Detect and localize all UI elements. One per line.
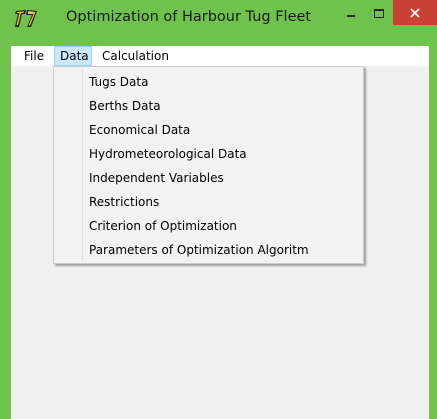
data-dropdown-menu: Tugs Data Berths Data Economical Data Hy… — [53, 66, 364, 264]
menu-item-berths-data[interactable]: Berths Data — [89, 96, 161, 116]
menu-item-parameters-of-optimization-algoritm[interactable]: Parameters of Optimization Algoritm — [89, 240, 309, 260]
menu-calculation[interactable]: Calculation — [98, 46, 188, 66]
menu-bar: File Data Calculation — [11, 46, 429, 67]
menu-item-economical-data[interactable]: Economical Data — [89, 120, 190, 140]
menu-file[interactable]: File — [13, 46, 49, 66]
close-button[interactable] — [393, 0, 437, 25]
window-left-border — [0, 46, 11, 419]
menu-item-criterion-of-optimization[interactable]: Criterion of Optimization — [89, 216, 237, 236]
minimize-icon — [347, 15, 355, 17]
window-title: Optimization of Harbour Tug Fleet — [66, 9, 312, 25]
app-logo-icon[interactable] — [14, 8, 38, 30]
maximize-button[interactable] — [365, 0, 393, 26]
title-bar[interactable]: Optimization of Harbour Tug Fleet — [0, 0, 437, 46]
menu-icon-gutter — [82, 69, 83, 261]
window-right-border — [429, 46, 437, 419]
menu-item-independent-variables[interactable]: Independent Variables — [89, 168, 224, 188]
menu-item-hydrometeorological-data[interactable]: Hydrometeorological Data — [89, 144, 247, 164]
maximize-icon — [374, 8, 384, 18]
menu-data[interactable]: Data — [54, 46, 92, 66]
minimize-button[interactable] — [337, 0, 365, 26]
app-window: Optimization of Harbour Tug Fleet File D… — [0, 0, 437, 419]
menu-item-tugs-data[interactable]: Tugs Data — [89, 72, 148, 92]
menu-item-restrictions[interactable]: Restrictions — [89, 192, 159, 212]
close-icon — [410, 7, 420, 18]
